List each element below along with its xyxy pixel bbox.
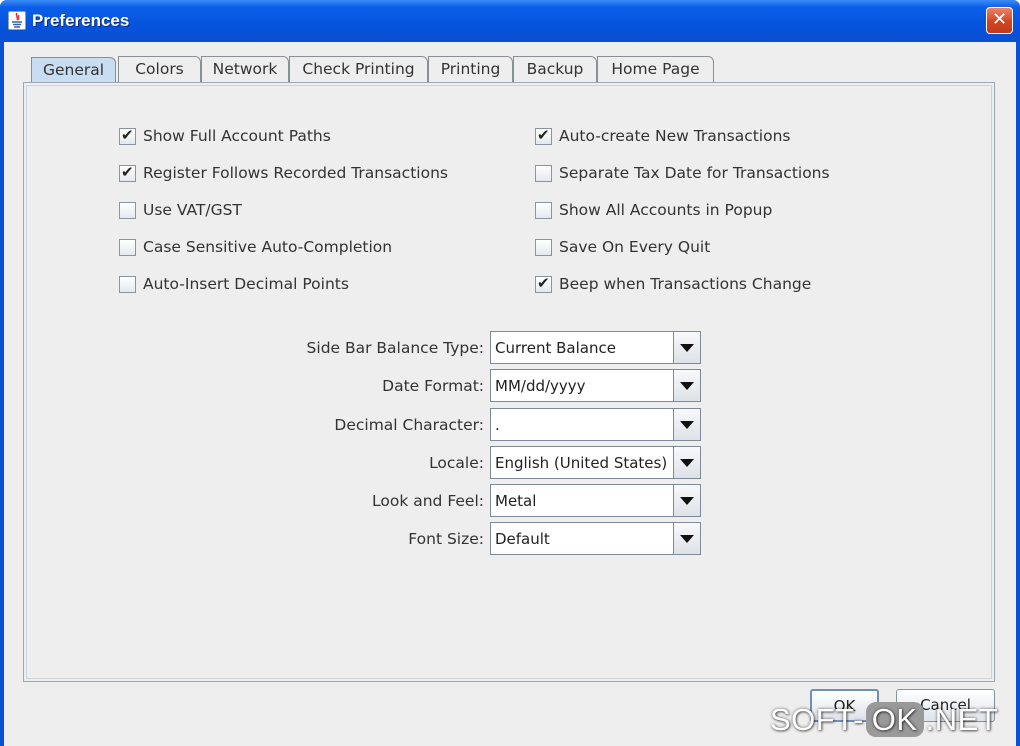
locale-label: Locale: <box>429 454 484 472</box>
java-icon <box>8 11 26 30</box>
checkbox-label: Show All Accounts in Popup <box>559 201 773 219</box>
close-icon: ✕ <box>991 9 1008 30</box>
register-follows-recorded-option[interactable]: ✔ Register Follows Recorded Transactions <box>119 163 448 183</box>
auto-create-transactions-checkbox[interactable]: ✔ <box>535 125 552 145</box>
dialog-content: General Colors Network Check Printing Pr… <box>4 42 1016 746</box>
save-on-every-quit-option[interactable]: Save On Every Quit <box>535 237 710 257</box>
check-icon: ✔ <box>121 162 134 181</box>
beep-transactions-change-option[interactable]: ✔ Beep when Transactions Change <box>535 274 811 294</box>
checkbox-label: Show Full Account Paths <box>143 127 331 145</box>
tab-colors[interactable]: Colors <box>118 56 201 83</box>
select-value: . <box>495 416 500 434</box>
check-icon: ✔ <box>537 125 550 144</box>
register-follows-recorded-checkbox[interactable]: ✔ <box>119 162 136 182</box>
chevron-down-icon[interactable] <box>673 485 700 516</box>
watermark-text: .NET <box>925 702 999 737</box>
watermark: SOFT- OK .NET <box>770 702 998 738</box>
window-title: Preferences <box>32 11 130 30</box>
show-full-account-paths-option[interactable]: ✔ Show Full Account Paths <box>119 126 331 146</box>
select-value: Current Balance <box>495 339 616 357</box>
title-bar[interactable]: Preferences ✕ <box>0 0 1020 42</box>
case-sensitive-autocompletion-checkbox[interactable] <box>119 238 136 256</box>
case-sensitive-autocompletion-option[interactable]: Case Sensitive Auto-Completion <box>119 237 392 257</box>
look-and-feel-row: Look and Feel: <box>24 484 484 517</box>
look-and-feel-label: Look and Feel: <box>372 492 484 510</box>
show-all-accounts-popup-option[interactable]: Show All Accounts in Popup <box>535 200 772 220</box>
select-value: English (United States) <box>495 454 668 472</box>
tab-network[interactable]: Network <box>201 56 289 83</box>
checkbox-label: Case Sensitive Auto-Completion <box>143 238 393 256</box>
general-panel: ✔ Show Full Account Paths ✔ Register Fol… <box>23 82 995 682</box>
auto-insert-decimal-option[interactable]: Auto-Insert Decimal Points <box>119 274 349 294</box>
check-icon: ✔ <box>121 125 134 144</box>
checkbox-label: Auto-create New Transactions <box>559 127 791 145</box>
tab-home-page[interactable]: Home Page <box>597 56 714 83</box>
separate-tax-date-option[interactable]: Separate Tax Date for Transactions <box>535 163 830 183</box>
use-vat-gst-checkbox[interactable] <box>119 201 136 219</box>
date-format-select[interactable]: MM/dd/yyyy <box>490 369 701 402</box>
use-vat-gst-option[interactable]: Use VAT/GST <box>119 200 242 220</box>
date-format-row: Date Format: <box>24 369 484 402</box>
checkbox-label: Save On Every Quit <box>559 238 711 256</box>
decimal-character-select[interactable]: . <box>490 408 701 441</box>
watermark-text: OK <box>865 702 924 737</box>
font-size-select[interactable]: Default <box>490 522 701 555</box>
tab-printing[interactable]: Printing <box>428 56 513 83</box>
checkbox-label: Separate Tax Date for Transactions <box>559 164 830 182</box>
side-bar-balance-type-row: Side Bar Balance Type: <box>24 331 484 364</box>
tab-backup[interactable]: Backup <box>513 56 597 83</box>
chevron-down-icon[interactable] <box>673 332 700 363</box>
side-bar-balance-type-label: Side Bar Balance Type: <box>306 339 484 357</box>
check-icon: ✔ <box>537 273 550 292</box>
look-and-feel-select[interactable]: Metal <box>490 484 701 517</box>
side-bar-balance-type-select[interactable]: Current Balance <box>490 331 701 364</box>
separate-tax-date-checkbox[interactable] <box>535 164 552 182</box>
chevron-down-icon[interactable] <box>673 523 700 554</box>
font-size-row: Font Size: <box>24 522 484 555</box>
decimal-character-row: Decimal Character: <box>24 408 484 441</box>
close-button[interactable]: ✕ <box>986 7 1013 34</box>
tab-general[interactable]: General <box>31 57 116 83</box>
decimal-character-label: Decimal Character: <box>334 416 484 434</box>
save-on-every-quit-checkbox[interactable] <box>535 238 552 256</box>
date-format-label: Date Format: <box>382 377 484 395</box>
checkbox-label: Beep when Transactions Change <box>559 275 812 293</box>
chevron-down-icon[interactable] <box>673 370 700 401</box>
tab-check-printing[interactable]: Check Printing <box>289 56 428 83</box>
chevron-down-icon[interactable] <box>673 447 700 478</box>
auto-create-transactions-option[interactable]: ✔ Auto-create New Transactions <box>535 126 790 146</box>
chevron-down-icon[interactable] <box>673 409 700 440</box>
beep-transactions-change-checkbox[interactable]: ✔ <box>535 273 552 293</box>
watermark-text: SOFT- <box>770 702 864 737</box>
checkbox-label: Use VAT/GST <box>143 201 242 219</box>
preferences-window: Preferences ✕ General Colors Network Che… <box>0 0 1020 746</box>
show-full-account-paths-checkbox[interactable]: ✔ <box>119 125 136 145</box>
select-value: MM/dd/yyyy <box>495 377 586 395</box>
locale-row: Locale: <box>24 446 484 479</box>
checkbox-label: Auto-Insert Decimal Points <box>143 275 349 293</box>
select-value: Default <box>495 530 550 548</box>
select-value: Metal <box>495 492 537 510</box>
checkbox-label: Register Follows Recorded Transactions <box>143 164 448 182</box>
auto-insert-decimal-checkbox[interactable] <box>119 275 136 293</box>
show-all-accounts-popup-checkbox[interactable] <box>535 201 552 219</box>
font-size-label: Font Size: <box>408 530 484 548</box>
locale-select[interactable]: English (United States) <box>490 446 701 479</box>
